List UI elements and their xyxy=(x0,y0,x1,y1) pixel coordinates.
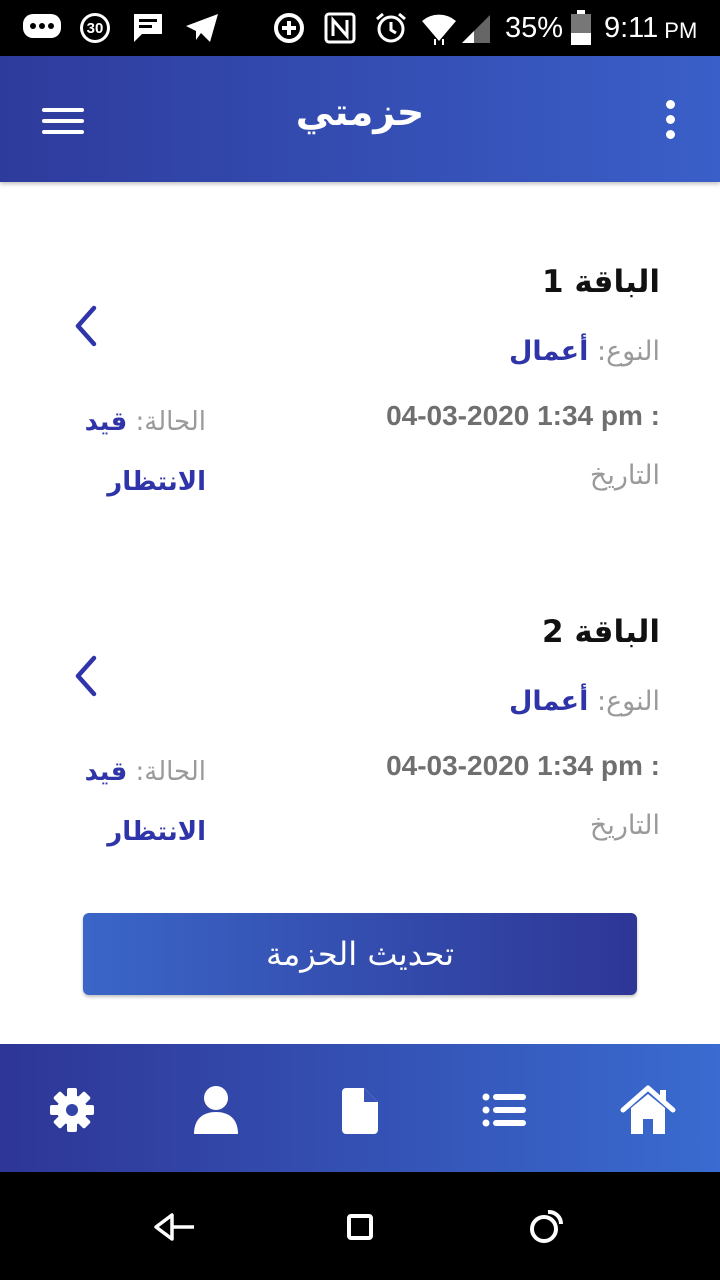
page-title: حزمتي xyxy=(295,90,425,134)
recents-icon xyxy=(530,1209,564,1243)
system-nav-bar xyxy=(0,1172,720,1280)
user-icon xyxy=(194,1086,238,1134)
gear-icon xyxy=(50,1088,94,1132)
nav-list[interactable] xyxy=(476,1082,532,1138)
type-value: أعمال xyxy=(509,686,589,717)
more-dot xyxy=(666,130,675,139)
notification-count-badge: 30 xyxy=(78,0,112,56)
battery-percent-text: 35% xyxy=(505,11,564,44)
status-bar: 30 35% 9:11 PM xyxy=(0,0,720,56)
nav-settings[interactable] xyxy=(44,1082,100,1138)
data-saver-icon xyxy=(272,0,306,56)
battery-icon xyxy=(570,0,592,56)
package-card[interactable]: الباقة 1 النوع: أعمال 04-03-2020 1:34 pm… xyxy=(0,264,720,544)
package-status: الحالة: قيد الانتظار xyxy=(66,392,206,512)
package-type: النوع: أعمال xyxy=(509,336,660,367)
app-bar: حزمتي xyxy=(0,56,720,182)
date-value: 04-03-2020 1:34 pm : xyxy=(386,400,660,431)
more-options-button[interactable] xyxy=(650,96,690,144)
clock-time: 9:11 xyxy=(604,11,659,44)
nav-home[interactable] xyxy=(620,1082,676,1138)
alarm-icon xyxy=(374,0,408,56)
date-value: 04-03-2020 1:34 pm : xyxy=(386,750,660,781)
notification-count: 30 xyxy=(86,19,104,37)
recents-button[interactable] xyxy=(520,1202,570,1252)
home-icon xyxy=(620,1085,676,1134)
type-value: أعمال xyxy=(509,336,589,367)
type-label: النوع: xyxy=(596,686,660,717)
chevron-left-icon[interactable] xyxy=(66,302,106,350)
package-status: الحالة: قيد الانتظار xyxy=(66,742,206,862)
battery-percent: 35% xyxy=(505,0,563,56)
more-vert-icon xyxy=(666,100,675,109)
package-type: النوع: أعمال xyxy=(509,686,660,717)
nav-profile[interactable] xyxy=(188,1082,244,1138)
type-label: النوع: xyxy=(596,336,660,367)
chevron-left-icon[interactable] xyxy=(66,652,106,700)
list-icon xyxy=(482,1093,526,1127)
wifi-icon xyxy=(420,0,458,56)
package-title: الباقة 1 xyxy=(541,264,660,300)
signal-icon xyxy=(460,0,492,56)
nfc-icon xyxy=(324,0,356,56)
square-icon xyxy=(347,1214,373,1240)
package-title: الباقة 2 xyxy=(541,614,660,650)
package-card[interactable]: الباقة 2 النوع: أعمال 04-03-2020 1:34 pm… xyxy=(0,614,720,894)
date-label: التاريخ xyxy=(589,460,660,491)
date-label: التاريخ xyxy=(589,810,660,841)
telegram-icon xyxy=(184,0,220,56)
more-dot xyxy=(666,115,675,124)
message-bubble-icon xyxy=(22,0,62,56)
back-triangle-icon xyxy=(154,1213,194,1241)
clock: 9:11 PM xyxy=(604,0,697,56)
home-nav-button[interactable] xyxy=(335,1202,385,1252)
status-label: الحالة: xyxy=(135,757,206,787)
clock-ampm: PM xyxy=(664,18,698,43)
status-label: الحالة: xyxy=(135,407,206,437)
bottom-nav xyxy=(0,1044,720,1172)
back-button[interactable] xyxy=(150,1202,200,1252)
sms-icon xyxy=(132,0,164,56)
nav-documents[interactable] xyxy=(332,1082,388,1138)
document-icon xyxy=(342,1088,378,1134)
update-package-button[interactable]: تحديث الحزمة xyxy=(83,913,637,995)
